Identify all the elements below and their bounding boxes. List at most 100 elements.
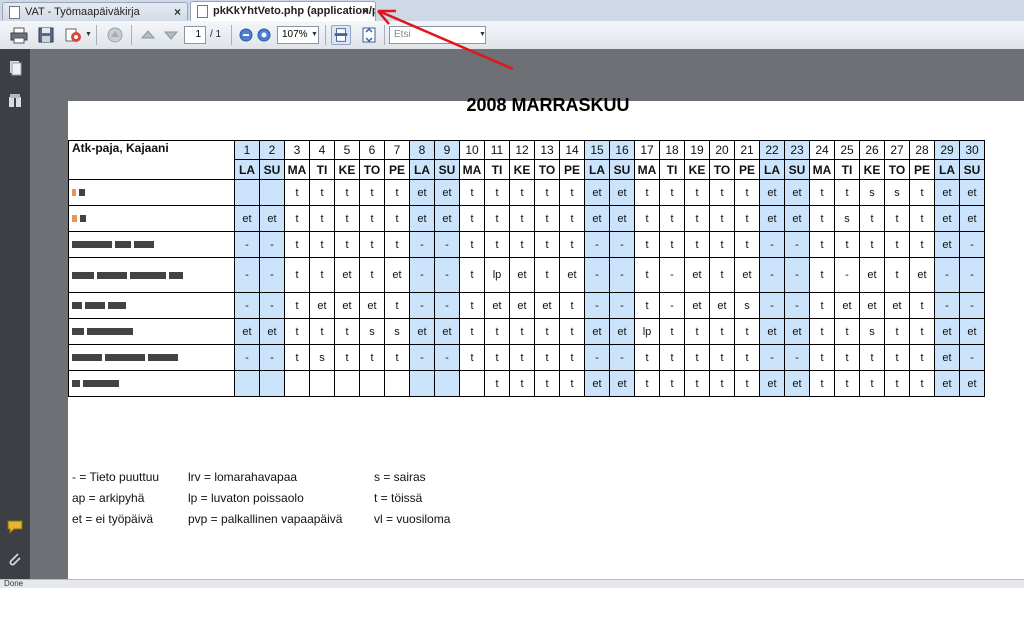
status-cell xyxy=(259,179,285,206)
status-cell: - xyxy=(609,292,635,319)
status-cell: t xyxy=(809,292,835,319)
status-cell: - xyxy=(784,344,810,371)
status-cell: et xyxy=(409,318,435,345)
bookmarks-icon[interactable] xyxy=(7,93,23,109)
close-tab-icon[interactable]: × xyxy=(174,3,181,20)
tab-vat-tyomaapaivakirja[interactable]: VAT - Työmaapäiväkirja × xyxy=(2,2,188,20)
status-cell: t xyxy=(909,370,935,397)
day-name-cell: PE xyxy=(909,159,935,180)
redacted-text xyxy=(87,328,133,336)
status-cell: t xyxy=(684,344,710,371)
status-cell: t xyxy=(659,179,685,206)
status-cell: t xyxy=(909,292,935,319)
status-cell: t xyxy=(309,318,335,345)
redacted-text xyxy=(83,380,119,388)
search-input[interactable]: Etsi xyxy=(389,26,486,44)
status-cell: t xyxy=(484,231,510,258)
status-cell: t xyxy=(309,231,335,258)
status-cell: t xyxy=(334,179,360,206)
chevron-down-icon[interactable]: ▼ xyxy=(85,31,92,38)
legend-column: - = Tieto puuttuu ap = arkipyhä et = ei … xyxy=(72,467,159,530)
status-cell: et xyxy=(934,205,960,232)
status-cell: t xyxy=(359,231,385,258)
status-cell xyxy=(284,370,310,397)
status-cell: et xyxy=(934,318,960,345)
day-name-cell: PE xyxy=(734,159,760,180)
status-cell: t xyxy=(484,205,510,232)
status-cell: t xyxy=(309,257,335,293)
status-cell: t xyxy=(909,179,935,206)
status-cell: et xyxy=(959,179,985,206)
status-cell: t xyxy=(559,370,585,397)
tab-pdf-document[interactable]: pkKkYhtVeto.php (application/pd... × xyxy=(190,1,376,21)
status-cell: - xyxy=(584,344,610,371)
status-cell: t xyxy=(884,205,910,232)
status-cell: t xyxy=(459,231,485,258)
pages-icon[interactable] xyxy=(7,60,23,76)
attachments-icon[interactable] xyxy=(7,551,23,567)
day-number-cell: 24 xyxy=(809,140,835,160)
comments-icon[interactable] xyxy=(7,519,23,535)
close-tab-icon[interactable]: × xyxy=(362,2,369,20)
status-cell: t xyxy=(809,318,835,345)
status-cell: t xyxy=(684,179,710,206)
export-icon[interactable] xyxy=(63,25,83,45)
hand-tool-icon[interactable] xyxy=(105,25,125,45)
day-name-cell: PE xyxy=(559,159,585,180)
status-cell xyxy=(409,370,435,397)
status-cell: - xyxy=(784,231,810,258)
day-name-cell: SU xyxy=(959,159,985,180)
employee-name-redacted xyxy=(68,370,235,397)
status-cell: et xyxy=(784,179,810,206)
status-cell: - xyxy=(259,231,285,258)
status-cell: - xyxy=(259,292,285,319)
status-cell: t xyxy=(559,179,585,206)
day-number-cell: 2 xyxy=(259,140,285,160)
save-icon[interactable] xyxy=(36,25,56,45)
day-number-cell: 22 xyxy=(759,140,785,160)
status-cell: et xyxy=(734,257,760,293)
status-cell xyxy=(459,370,485,397)
status-cell: - xyxy=(409,231,435,258)
status-cell: t xyxy=(559,292,585,319)
day-number-cell: 4 xyxy=(309,140,335,160)
status-cell xyxy=(384,370,410,397)
status-cell: - xyxy=(959,344,985,371)
legend-item: lrv = lomarahavapaa xyxy=(188,470,298,484)
day-number-row: Atk-paja, Kajaani 1 2 3 4 5 6 7 8 9 10 11 12 13 14 15 1… xyxy=(68,140,985,180)
status-cell: et xyxy=(584,179,610,206)
status-cell xyxy=(309,370,335,397)
status-cell: et xyxy=(334,292,360,319)
status-cell: - xyxy=(584,257,610,293)
status-cell: t xyxy=(359,344,385,371)
status-cell: t xyxy=(509,344,535,371)
fit-page-icon[interactable] xyxy=(359,25,379,45)
status-cell: t xyxy=(559,231,585,258)
status-cell: t xyxy=(459,292,485,319)
status-cell: s xyxy=(359,318,385,345)
zoom-in-icon[interactable] xyxy=(254,25,274,45)
page-number-input[interactable]: 1 xyxy=(184,26,206,44)
page-up-icon[interactable] xyxy=(138,25,158,45)
chevron-down-icon[interactable]: ▼ xyxy=(479,31,486,38)
status-cell: t xyxy=(284,205,310,232)
redacted-text xyxy=(79,189,85,197)
status-cell: - xyxy=(834,257,860,293)
print-icon[interactable] xyxy=(9,25,29,45)
day-name-cell: KE xyxy=(334,159,360,180)
status-cell: et xyxy=(584,318,610,345)
status-cell: et xyxy=(784,205,810,232)
status-cell: t xyxy=(884,231,910,258)
status-cell: s xyxy=(859,179,885,206)
status-cell: t xyxy=(484,370,510,397)
status-cell: t xyxy=(659,318,685,345)
fit-width-icon[interactable] xyxy=(331,25,351,45)
status-cell: t xyxy=(634,231,660,258)
status-cell: t xyxy=(384,179,410,206)
chevron-down-icon[interactable]: ▼ xyxy=(311,31,318,38)
page-down-icon[interactable] xyxy=(161,25,181,45)
zoom-out-icon[interactable] xyxy=(236,25,256,45)
status-cell: et xyxy=(934,370,960,397)
status-cell: t xyxy=(684,370,710,397)
day-number-cell: 11 xyxy=(484,140,510,160)
